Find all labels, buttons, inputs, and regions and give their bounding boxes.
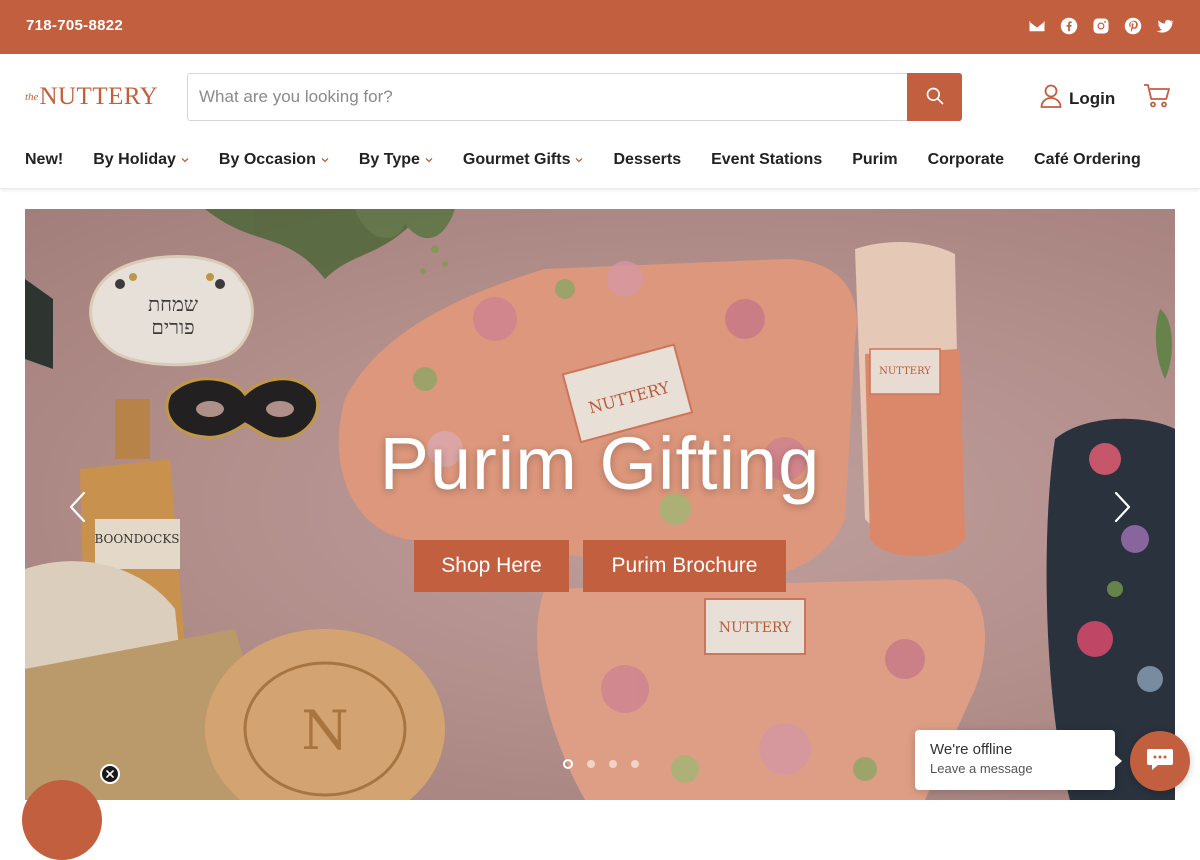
nav-item-gourmet-gifts[interactable]: Gourmet Gifts — [463, 150, 584, 170]
promo-bubble[interactable] — [22, 780, 102, 860]
chat-status-subtitle: Leave a message — [930, 761, 1033, 776]
next-slide-button[interactable] — [1111, 491, 1135, 527]
nav-item-label: New! — [25, 151, 64, 168]
site-logo[interactable]: the NUTTERY — [25, 84, 158, 109]
nav-item-corporate[interactable]: Corporate — [928, 150, 1004, 170]
close-promo-button[interactable] — [100, 764, 120, 784]
login-link[interactable]: Login — [1040, 84, 1115, 113]
twitter-icon[interactable] — [1156, 17, 1174, 35]
previous-slide-button[interactable] — [65, 491, 89, 527]
purim-brochure-button[interactable]: Purim Brochure — [583, 540, 786, 592]
nav-item-desserts[interactable]: Desserts — [613, 150, 681, 170]
site-header: the NUTTERY Login — [0, 54, 1200, 140]
chat-card-tail — [1114, 754, 1122, 768]
shop-here-button[interactable]: Shop Here — [414, 540, 569, 592]
nav-list: New! By Holiday By Occasion By Type Gour… — [25, 150, 1141, 170]
main-nav: New! By Holiday By Occasion By Type Gour… — [0, 140, 1200, 189]
nav-item-cafe-ordering[interactable]: Café Ordering — [1034, 150, 1141, 170]
nav-item-label: By Type — [358, 151, 420, 168]
facebook-icon[interactable] — [1060, 17, 1078, 35]
slide-dots — [563, 759, 639, 769]
hero-slideshow[interactable]: שמחת פורים BOONDOCKS N NUTTERY NUTTERY — [25, 209, 1175, 800]
slide-dot-1[interactable] — [563, 759, 573, 769]
cart-icon — [1143, 84, 1171, 113]
instagram-icon[interactable] — [1092, 17, 1110, 35]
search-input[interactable] — [188, 74, 908, 120]
nav-item-event-stations[interactable]: Event Stations — [711, 150, 822, 170]
chevron-down-icon — [181, 156, 189, 164]
nav-item-by-holiday[interactable]: By Holiday — [93, 150, 189, 170]
search-button[interactable] — [907, 73, 962, 121]
nav-item-label: By Occasion — [218, 151, 316, 168]
chevron-left-icon — [68, 491, 86, 528]
top-bar: 718-705-8822 — [0, 0, 1200, 54]
hero-buttons: Shop Here Purim Brochure — [414, 540, 786, 592]
nav-item-label: Corporate — [927, 151, 1005, 168]
nav-item-label: By Holiday — [93, 151, 176, 168]
social-links — [1028, 17, 1174, 35]
phone-link[interactable]: 718-705-8822 — [26, 17, 123, 34]
nav-item-by-type[interactable]: By Type — [359, 150, 433, 170]
chat-status-title: We're offline — [930, 741, 1013, 758]
nav-item-purim[interactable]: Purim — [852, 150, 897, 170]
chevron-down-icon — [321, 156, 329, 164]
chat-open-button[interactable] — [1130, 731, 1190, 791]
user-icon — [1040, 84, 1062, 113]
chevron-down-icon — [425, 156, 433, 164]
login-label: Login — [1069, 88, 1116, 108]
slide-dot-2[interactable] — [587, 760, 595, 768]
email-icon[interactable] — [1028, 17, 1046, 35]
nav-item-label: Event Stations — [711, 151, 823, 168]
nav-item-label: Gourmet Gifts — [462, 151, 571, 168]
pinterest-icon[interactable] — [1124, 17, 1142, 35]
nav-item-label: Desserts — [613, 151, 682, 168]
slide-dot-3[interactable] — [609, 760, 617, 768]
chevron-down-icon — [575, 156, 583, 164]
logo-prefix: the — [25, 91, 39, 103]
close-icon — [106, 765, 114, 783]
slide-dot-4[interactable] — [631, 760, 639, 768]
nav-item-label: Purim — [852, 151, 898, 168]
nav-item-by-occasion[interactable]: By Occasion — [219, 150, 329, 170]
chat-status-card[interactable]: We're offline Leave a message — [915, 730, 1122, 790]
search-bar — [187, 73, 962, 121]
logo-name: NUTTERY — [39, 83, 159, 110]
nav-item-label: Café Ordering — [1034, 151, 1141, 168]
chat-bubble-icon — [1146, 747, 1174, 776]
chevron-right-icon — [1114, 491, 1132, 528]
cart-button[interactable] — [1143, 83, 1171, 109]
hero-title: Purim Gifting — [379, 422, 821, 505]
search-icon — [925, 86, 945, 109]
nav-item-new[interactable]: New! — [25, 150, 63, 170]
